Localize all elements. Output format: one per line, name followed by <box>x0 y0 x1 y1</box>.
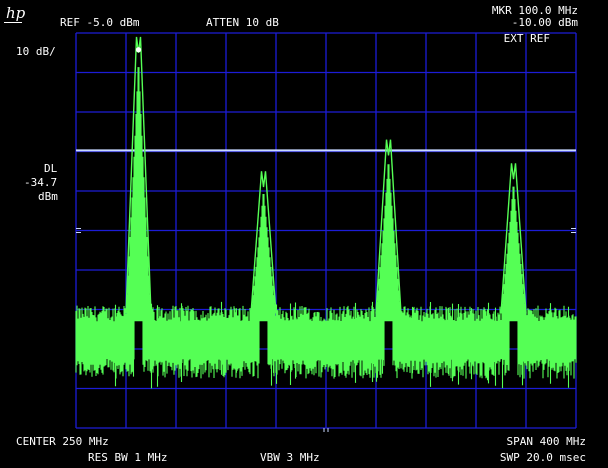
spectrum-analyzer-screen: hp REF -5.0 dBm ATTEN 10 dB MKR 100.0 MH… <box>0 0 608 468</box>
span-readout: SPAN 400 MHz <box>506 435 586 448</box>
marker-dot <box>135 47 142 53</box>
center-frequency-readout: CENTER 250 MHz <box>16 435 109 448</box>
spectrum-plot <box>75 32 577 432</box>
vbw-readout: VBW 3 MHz <box>260 451 320 464</box>
res-bw-readout: RES BW 1 MHz <box>88 451 168 464</box>
sweep-time-readout: SWP 20.0 msec <box>499 451 586 464</box>
